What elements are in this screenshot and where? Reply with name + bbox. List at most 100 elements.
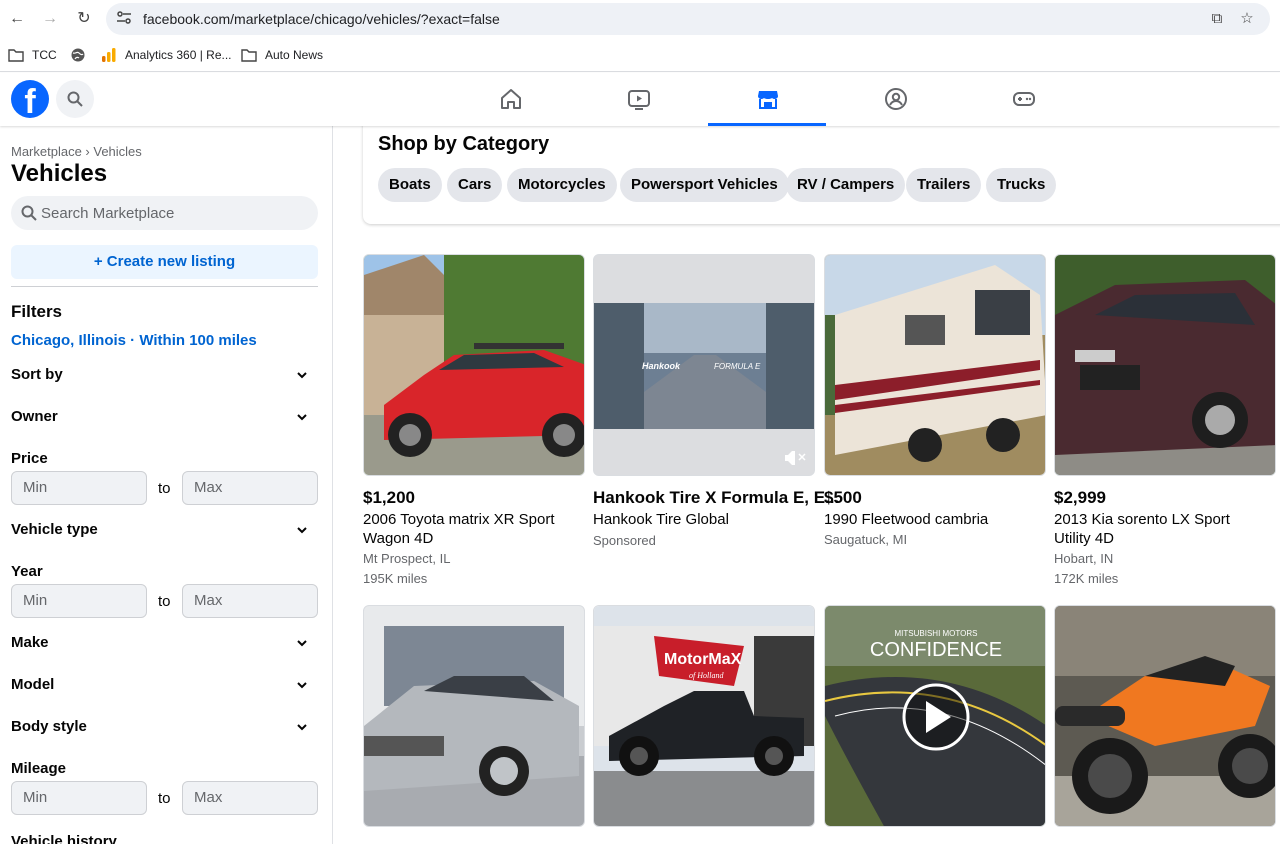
reload-icon[interactable]: ↻: [74, 9, 94, 29]
tab-marketplace[interactable]: [708, 73, 826, 126]
forward-icon[interactable]: →: [40, 9, 60, 29]
listing-mileage: 172K miles: [1054, 571, 1119, 586]
marketplace-search[interactable]: [11, 196, 318, 230]
globe-icon: [71, 48, 85, 62]
bookmark-auto-news[interactable]: Auto News: [241, 46, 323, 64]
listing-price: $500: [824, 488, 862, 507]
filter-owner[interactable]: Owner: [11, 405, 318, 429]
create-listing-button[interactable]: + Create new listing: [11, 245, 318, 279]
listing-title: 1990 Fleetwood cambria: [824, 511, 989, 528]
range-to-label: to: [158, 790, 171, 807]
sponsored-label: Sponsored: [593, 533, 656, 548]
year-min-input[interactable]: Min: [11, 584, 147, 618]
mitsubishi-brand-text: MITSUBISHI MOTORS: [895, 629, 978, 638]
analytics-icon: [102, 48, 116, 62]
location-filter-link[interactable]: Chicago, Illinois · Within 100 miles: [11, 332, 257, 349]
category-chip-trailers[interactable]: Trailers: [906, 168, 982, 202]
url-text[interactable]: facebook.com/marketplace/chicago/vehicle…: [143, 11, 500, 27]
category-chip-boats[interactable]: Boats: [378, 168, 442, 202]
chevron-down-icon: [297, 724, 307, 731]
folder-icon: [241, 49, 257, 62]
category-chip-powersport[interactable]: Powersport Vehicles: [620, 168, 789, 202]
breadcrumb[interactable]: Marketplace › Vehicles: [11, 144, 142, 159]
listing-photo-ktm[interactable]: [1054, 605, 1276, 827]
filter-label: Model: [11, 676, 55, 693]
filter-make[interactable]: Make: [11, 631, 318, 655]
filter-vehicle-type[interactable]: Vehicle type: [11, 518, 318, 542]
chevron-down-icon: [297, 414, 307, 421]
video-icon: [628, 90, 650, 110]
price-min-input[interactable]: Min: [11, 471, 147, 505]
mileage-label: Mileage: [11, 760, 67, 777]
chevron-down-icon: [297, 527, 307, 534]
motormax-sign-sub: of Holland: [689, 671, 724, 680]
site-settings-icon[interactable]: [116, 10, 132, 26]
range-to-label: to: [158, 593, 171, 610]
chevron-down-icon: [297, 682, 307, 689]
listing-photo-fleetwood[interactable]: [824, 254, 1046, 476]
bookmark-tcc[interactable]: TCC: [8, 46, 57, 64]
marketplace-sidebar: Marketplace › Vehicles Vehicles + Create…: [0, 126, 333, 844]
facebook-logo[interactable]: f: [11, 80, 49, 118]
filter-model[interactable]: Model: [11, 673, 318, 697]
range-to-label: to: [158, 480, 171, 497]
price-max-input[interactable]: Max: [182, 471, 318, 505]
category-chip-trucks[interactable]: Trucks: [986, 168, 1057, 202]
category-chip-rv-campers[interactable]: RV / Campers: [786, 168, 906, 202]
sponsored-advertiser: Hankook Tire Global: [593, 511, 729, 528]
tab-home[interactable]: [451, 73, 569, 126]
divider: [11, 286, 318, 287]
bookmark-star-icon[interactable]: ☆: [1237, 9, 1257, 29]
sponsored-title: Hankook Tire X Formula E, E...: [593, 488, 840, 507]
mitsubishi-headline-text: CONFIDENCE: [870, 639, 1002, 661]
filter-sort-by[interactable]: Sort by: [11, 363, 318, 387]
tab-gaming[interactable]: [964, 73, 1082, 126]
sponsored-video[interactable]: Hankook FORMULA E: [593, 254, 815, 476]
category-title: Shop by Category: [378, 133, 550, 155]
filters-heading: Filters: [11, 302, 63, 321]
year-max-input[interactable]: Max: [182, 584, 318, 618]
price-label: Price: [11, 450, 48, 467]
listing-location: Hobart, IN: [1054, 551, 1114, 566]
page-title: Vehicles: [11, 160, 108, 187]
ad-text-formula-e: FORMULA E: [714, 362, 761, 371]
category-chip-cars[interactable]: Cars: [447, 168, 503, 202]
mileage-max-input[interactable]: Max: [182, 781, 318, 815]
bookmark-globe[interactable]: [70, 46, 94, 64]
filter-label: Sort by: [11, 366, 63, 383]
bookmark-analytics[interactable]: Analytics 360 | Re...: [101, 46, 232, 64]
home-icon: [501, 89, 521, 109]
listing-mileage: 195K miles: [363, 571, 428, 586]
filter-label: Vehicle type: [11, 521, 98, 538]
listing-photo-toyota[interactable]: [363, 254, 585, 476]
marketplace-icon: [758, 91, 778, 109]
install-app-icon[interactable]: ⧉: [1207, 9, 1227, 29]
tab-groups[interactable]: [836, 73, 954, 126]
facebook-search-button[interactable]: [56, 80, 94, 118]
listing-location: Mt Prospect, IL: [363, 551, 451, 566]
mileage-min-input[interactable]: Min: [11, 781, 147, 815]
listing-photo-kia[interactable]: [1054, 254, 1276, 476]
category-chip-motorcycles[interactable]: Motorcycles: [507, 168, 617, 202]
gaming-icon: [1013, 92, 1035, 106]
tab-video[interactable]: [579, 73, 697, 126]
groups-icon: [885, 88, 907, 110]
listing-title: 2006 Toyota matrix XR Sport Wagon 4D: [363, 511, 555, 547]
chevron-down-icon: [297, 640, 307, 647]
address-bar[interactable]: facebook.com/marketplace/chicago/vehicle…: [106, 3, 1270, 35]
listing-photo-motormax-truck[interactable]: MotorMaX of Holland: [593, 605, 815, 827]
motormax-sign-text: MotorMaX: [664, 651, 742, 668]
listing-price: $2,999: [1054, 488, 1106, 507]
back-icon[interactable]: ←: [7, 9, 27, 29]
listing-price: $1,200: [363, 488, 415, 507]
filter-label: Body style: [11, 718, 87, 735]
listing-photo-mercedes[interactable]: [363, 605, 585, 827]
search-icon: [67, 91, 83, 107]
search-input[interactable]: [41, 196, 311, 230]
filter-label: Owner: [11, 408, 58, 425]
mitsubishi-ad-video[interactable]: MITSUBISHI MOTORS CONFIDENCE: [824, 605, 1046, 827]
filter-body-style[interactable]: Body style: [11, 715, 318, 739]
folder-icon: [8, 49, 24, 62]
bookmarks-bar: TCC Analytics 360 | Re... Auto News: [0, 38, 1280, 72]
filter-vehicle-history[interactable]: Vehicle history: [11, 830, 318, 844]
